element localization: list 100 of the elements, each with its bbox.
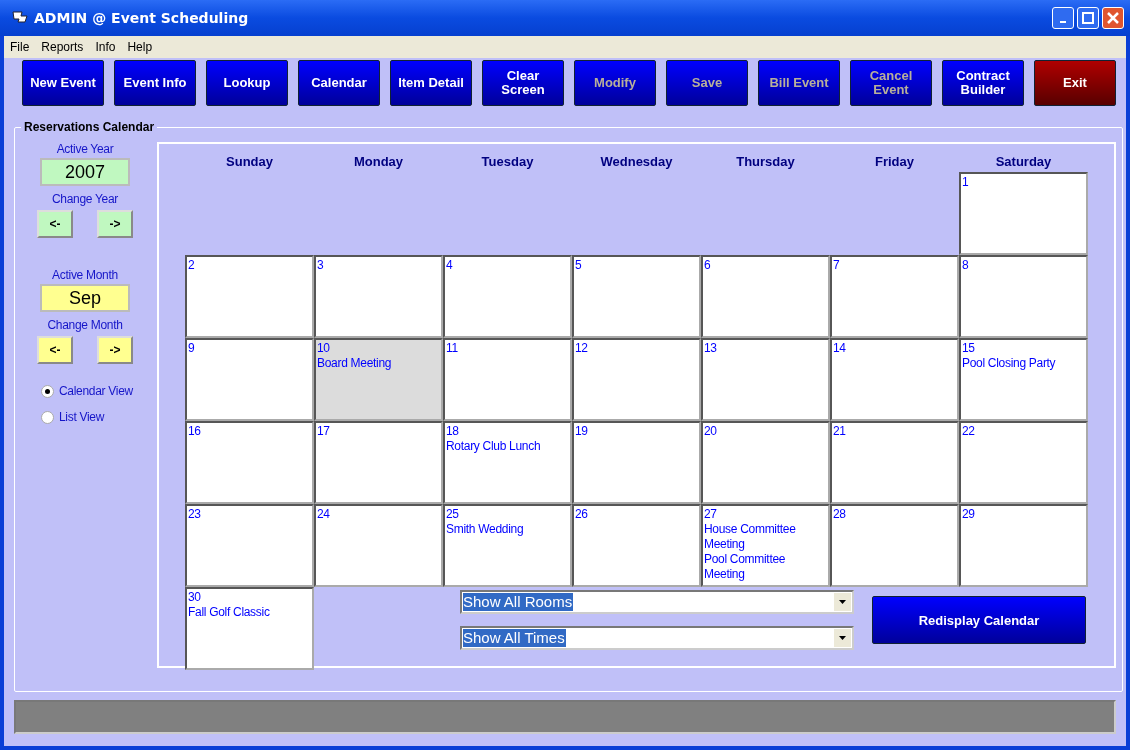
toolbar-button[interactable]: Lookup	[206, 60, 288, 106]
toolbar-button[interactable]: Clear Screen	[482, 60, 564, 106]
day-cell[interactable]: 24	[314, 504, 443, 587]
day-cell[interactable]: 25 Smith Wedding	[443, 504, 572, 587]
event-entry[interactable]: Rotary Club Lunch	[446, 439, 541, 454]
group-title: Reservations Calendar	[23, 120, 156, 134]
day-cell[interactable]: 28	[830, 504, 959, 587]
day-cell[interactable]: 18 Rotary Club Lunch	[443, 421, 572, 504]
previous-year-button[interactable]: <-	[37, 210, 73, 238]
toolbar-button[interactable]: New Event	[22, 60, 104, 106]
next-month-button[interactable]: ->	[97, 336, 133, 364]
day-cell[interactable]: 26	[572, 504, 701, 587]
weekday-header: Tuesday	[480, 153, 535, 171]
maximize-button[interactable]	[1077, 7, 1099, 29]
day-cell[interactable]: 10 Board Meeting	[314, 338, 443, 421]
day-number: 3	[317, 258, 324, 273]
day-number: 26	[575, 507, 588, 522]
toolbar-button[interactable]: Item Detail	[390, 60, 472, 106]
day-number: 25	[446, 507, 459, 522]
event-entry[interactable]: Fall Golf Classic	[188, 605, 270, 620]
day-cell[interactable]: 11	[443, 338, 572, 421]
field-label: Change Year	[51, 192, 119, 206]
toolbar-button[interactable]: Exit	[1034, 60, 1116, 106]
radio-circle[interactable]	[41, 384, 54, 398]
weekday-header: Thursday	[735, 153, 796, 171]
month-display: Sep	[40, 284, 130, 312]
year-display: 2007	[40, 158, 130, 186]
toolbar-button[interactable]: Calendar	[298, 60, 380, 106]
day-number: 20	[704, 424, 717, 439]
event-entry[interactable]: House Committee Meeting	[704, 522, 827, 552]
previous-month-button[interactable]: <-	[37, 336, 73, 364]
day-number: 19	[575, 424, 588, 439]
dropdown[interactable]: Show All Rooms	[460, 590, 854, 614]
menu-item[interactable]: Info	[95, 40, 116, 54]
day-number: 22	[962, 424, 975, 439]
next-year-button[interactable]: ->	[97, 210, 133, 238]
day-cell[interactable]: 14	[830, 338, 959, 421]
day-cell[interactable]: 29	[959, 504, 1088, 587]
day-number: 7	[833, 258, 840, 273]
toolbar-button[interactable]: Event Info	[114, 60, 196, 106]
toolbar-button[interactable]: Contract Builder	[942, 60, 1024, 106]
day-number: 16	[188, 424, 201, 439]
field-label: Active Month	[52, 268, 118, 282]
day-number: 1	[962, 175, 969, 190]
redisplay-button[interactable]: Redisplay Calendar	[872, 596, 1086, 644]
window-title: ADMIN @ Event Scheduling	[34, 10, 250, 26]
menu-item[interactable]: File	[10, 40, 30, 54]
day-cell[interactable]: 22	[959, 421, 1088, 504]
day-cell[interactable]: 2	[185, 255, 314, 338]
day-number: 29	[962, 507, 975, 522]
day-cell[interactable]: 5	[572, 255, 701, 338]
day-cell[interactable]: 19	[572, 421, 701, 504]
day-cell[interactable]: 27 House Committee Meeting Pool Committee Meeting	[701, 504, 830, 587]
day-cell[interactable]: 21	[830, 421, 959, 504]
view-radio[interactable]: Calendar View	[41, 384, 133, 398]
close-icon	[1107, 12, 1119, 24]
weekday-header: Sunday	[225, 153, 274, 171]
field-label: Change Month	[47, 318, 123, 332]
day-cell[interactable]: 23	[185, 504, 314, 587]
day-number: 30	[188, 590, 201, 605]
day-cell[interactable]: 16	[185, 421, 314, 504]
dropdown[interactable]: Show All Times	[460, 626, 854, 650]
menu-item[interactable]: Help	[127, 40, 153, 54]
day-cell[interactable]: 6	[701, 255, 830, 338]
weekday-header: Monday	[352, 153, 405, 171]
view-radio[interactable]: List View	[41, 410, 133, 424]
minimize-button[interactable]	[1052, 7, 1074, 29]
day-number: 5	[575, 258, 582, 273]
day-number: 13	[704, 341, 717, 356]
day-number: 9	[188, 341, 195, 356]
day-number: 27	[704, 507, 717, 522]
menu-item[interactable]: Reports	[41, 40, 84, 54]
day-cell[interactable]: 15 Pool Closing Party	[959, 338, 1088, 421]
weekday-header: Saturday	[994, 153, 1053, 171]
event-entry[interactable]: Pool Closing Party	[962, 356, 1056, 371]
day-cell[interactable]: 9	[185, 338, 314, 421]
weekday-header: Wednesday	[599, 153, 674, 171]
event-entry[interactable]: Pool Committee Meeting	[704, 552, 827, 582]
event-entry[interactable]: Smith Wedding	[446, 522, 524, 537]
day-cell[interactable]: 30 Fall Golf Classic	[185, 587, 314, 670]
day-cell[interactable]: 17	[314, 421, 443, 504]
day-cell[interactable]: 7	[830, 255, 959, 338]
field-label: Active Year	[56, 142, 114, 156]
day-cell[interactable]: 1	[959, 172, 1088, 255]
event-entry[interactable]: Board Meeting	[317, 356, 392, 371]
day-cell[interactable]: 8	[959, 255, 1088, 338]
day-number: 21	[833, 424, 846, 439]
day-number: 23	[188, 507, 201, 522]
day-cell[interactable]: 13	[701, 338, 830, 421]
day-cell[interactable]: 4	[443, 255, 572, 338]
close-button[interactable]	[1102, 7, 1124, 29]
day-number: 17	[317, 424, 330, 439]
day-cell[interactable]: 20	[701, 421, 830, 504]
day-cell[interactable]: 12	[572, 338, 701, 421]
flag-icon	[12, 11, 28, 25]
day-number: 24	[317, 507, 330, 522]
radio-circle[interactable]	[41, 410, 54, 424]
day-number: 4	[446, 258, 453, 273]
day-cell[interactable]: 3	[314, 255, 443, 338]
day-number: 14	[833, 341, 846, 356]
